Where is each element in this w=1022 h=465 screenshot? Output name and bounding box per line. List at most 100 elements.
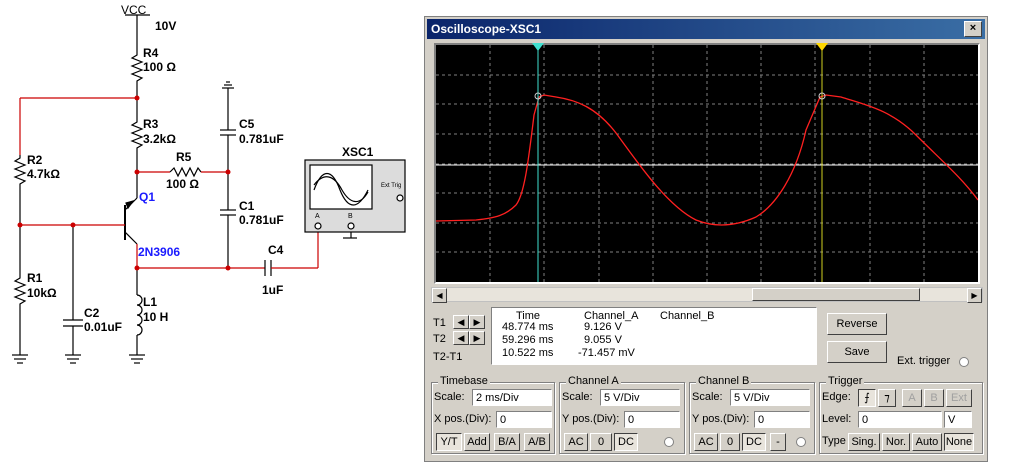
t2-right-button[interactable]: ▶: [469, 331, 485, 345]
reverse-button[interactable]: Reverse: [827, 313, 887, 335]
scroll-right-icon[interactable]: ▶: [967, 288, 982, 303]
scroll-thumb[interactable]: [752, 288, 920, 301]
channel-a-radio[interactable]: [664, 437, 674, 447]
channel-a-scale-label: Scale:: [562, 391, 593, 403]
channel-b-ac-button[interactable]: AC: [694, 433, 718, 451]
save-button[interactable]: Save: [827, 341, 887, 363]
channel-a-ac-button[interactable]: AC: [564, 433, 588, 451]
title-bar[interactable]: Oscilloscope-XSC1 ×: [427, 19, 985, 39]
l1-value: 10 H: [143, 310, 168, 324]
channel-b-ypos-label: Y pos.(Div):: [692, 413, 750, 425]
trigger-title: Trigger: [826, 375, 865, 387]
readout-header-channel-b: Channel_B: [660, 310, 715, 322]
scope-grid: [436, 45, 978, 282]
r3-name: R3: [143, 117, 159, 131]
channel-a-ypos-field[interactable]: 0: [624, 411, 680, 428]
close-button[interactable]: ×: [964, 21, 982, 37]
timebase-group: Timebase Scale: 2 ms/Div X pos.(Div): 0 …: [431, 375, 555, 454]
c4-name: C4: [268, 243, 284, 257]
r1-value: 10kΩ: [27, 286, 57, 300]
channel-a-dc-button[interactable]: DC: [614, 433, 638, 451]
r3-value: 3.2kΩ: [143, 132, 176, 146]
readout-t2-time: 59.296 ms: [502, 334, 554, 346]
c1-value: 0.781uF: [239, 213, 284, 227]
t1-right-button[interactable]: ▶: [469, 315, 485, 329]
r5-name: R5: [176, 150, 192, 164]
q1-model: 2N3906: [138, 245, 180, 259]
channel-a-ypos-label: Y pos.(Div):: [562, 413, 620, 425]
channel-b-scale-label: Scale:: [692, 391, 723, 403]
horizontal-scrollbar[interactable]: ◀ ▶: [431, 287, 983, 303]
channel-b-group: Channel B Scale: 5 V/Div Y pos.(Div): 0 …: [689, 375, 815, 454]
channel-b-zero-button[interactable]: 0: [720, 433, 740, 451]
readout-delta-a: -71.457 mV: [578, 347, 635, 359]
t2-left-button[interactable]: ◀: [453, 331, 469, 345]
cursor-t1-marker[interactable]: [532, 43, 544, 51]
timebase-scale-label: Scale:: [434, 391, 465, 403]
r2-name: R2: [27, 153, 43, 167]
xsc1-ext-trig: Ext Trig: [381, 183, 401, 189]
channel-b-radio[interactable]: [796, 437, 806, 447]
xsc1-name: XSC1: [342, 145, 374, 159]
readout-t2-a: 9.055 V: [584, 334, 622, 346]
c4-value: 1uF: [262, 283, 283, 297]
trigger-normal-button[interactable]: Nor.: [882, 433, 910, 451]
c5-name: C5: [239, 117, 255, 131]
trigger-single-button[interactable]: Sing.: [848, 433, 880, 451]
trigger-level-unit[interactable]: V: [944, 411, 972, 428]
ext-trigger-label: Ext. trigger: [897, 355, 951, 367]
trigger-type-label: Type: [822, 435, 846, 447]
channel-b-scale-field[interactable]: 5 V/Div: [730, 389, 810, 406]
cursor-readout-panel: Time Channel_A Channel_B 48.774 ms 9.126…: [491, 307, 817, 365]
trigger-auto-button[interactable]: Auto: [912, 433, 942, 451]
trigger-group: Trigger Edge: ⨍ ⁊ A B Ext Level: 0 V Typ…: [819, 375, 983, 454]
r5-value: 100 Ω: [166, 177, 199, 191]
trigger-source-ext-button[interactable]: Ext: [946, 389, 972, 407]
r4-value: 100 Ω: [143, 60, 176, 74]
readout-delta-time: 10.522 ms: [502, 347, 554, 359]
trigger-none-button[interactable]: None: [944, 433, 974, 451]
l1-name: L1: [143, 295, 157, 309]
trigger-source-a-button[interactable]: A: [902, 389, 922, 407]
c5-value: 0.781uF: [239, 132, 284, 146]
r4-name: R4: [143, 46, 159, 60]
trigger-level-field[interactable]: 0: [858, 411, 942, 428]
channel-a-zero-button[interactable]: 0: [590, 433, 612, 451]
timebase-scale-field[interactable]: 2 ms/Div: [472, 389, 552, 406]
c1-name: C1: [239, 199, 255, 213]
mode-add-button[interactable]: Add: [464, 433, 490, 451]
r2-value: 4.7kΩ: [27, 167, 60, 181]
vcc-label: VCC: [121, 3, 147, 17]
mode-ba-button[interactable]: B/A: [494, 433, 520, 451]
trigger-source-b-button[interactable]: B: [924, 389, 944, 407]
t2t1-label: T2-T1: [433, 351, 463, 363]
c2-value: 0.01uF: [84, 320, 122, 334]
trigger-falling-edge-icon[interactable]: ⁊: [878, 389, 896, 407]
channel-a-group: Channel A Scale: 5 V/Div Y pos.(Div): 0 …: [559, 375, 685, 454]
channel-b-dc-button[interactable]: DC: [742, 433, 766, 451]
xsc1-a: A: [315, 213, 320, 220]
timebase-title: Timebase: [438, 375, 490, 387]
cursor-t2-marker[interactable]: [816, 43, 828, 51]
scroll-left-icon[interactable]: ◀: [432, 288, 447, 303]
trigger-rising-edge-icon[interactable]: ⨍: [858, 389, 876, 407]
window-title: Oscilloscope-XSC1: [431, 22, 542, 36]
t2-label: T2: [433, 333, 446, 345]
mode-ab-button[interactable]: A/B: [524, 433, 550, 451]
channel-b-title: Channel B: [696, 375, 752, 387]
t1-left-button[interactable]: ◀: [453, 315, 469, 329]
ext-trigger-radio[interactable]: [959, 357, 969, 367]
trigger-level-label: Level:: [822, 413, 852, 425]
channel-b-invert-button[interactable]: -: [770, 433, 786, 451]
channel-a-scale-field[interactable]: 5 V/Div: [600, 389, 680, 406]
channel-a-title: Channel A: [566, 375, 621, 387]
timebase-xpos-field[interactable]: 0: [496, 411, 552, 428]
q1-name: Q1: [139, 190, 155, 204]
channel-b-ypos-field[interactable]: 0: [754, 411, 810, 428]
readout-t1-time: 48.774 ms: [502, 321, 554, 333]
scope-display: [434, 43, 980, 284]
oscilloscope-window: Oscilloscope-XSC1 × ◀ ▶ T1 T2 T2-T1 ◀ ▶ …: [424, 16, 988, 462]
mode-yt-button[interactable]: Y/T: [436, 433, 462, 451]
c2-name: C2: [84, 306, 100, 320]
xsc1-b: B: [348, 213, 353, 220]
